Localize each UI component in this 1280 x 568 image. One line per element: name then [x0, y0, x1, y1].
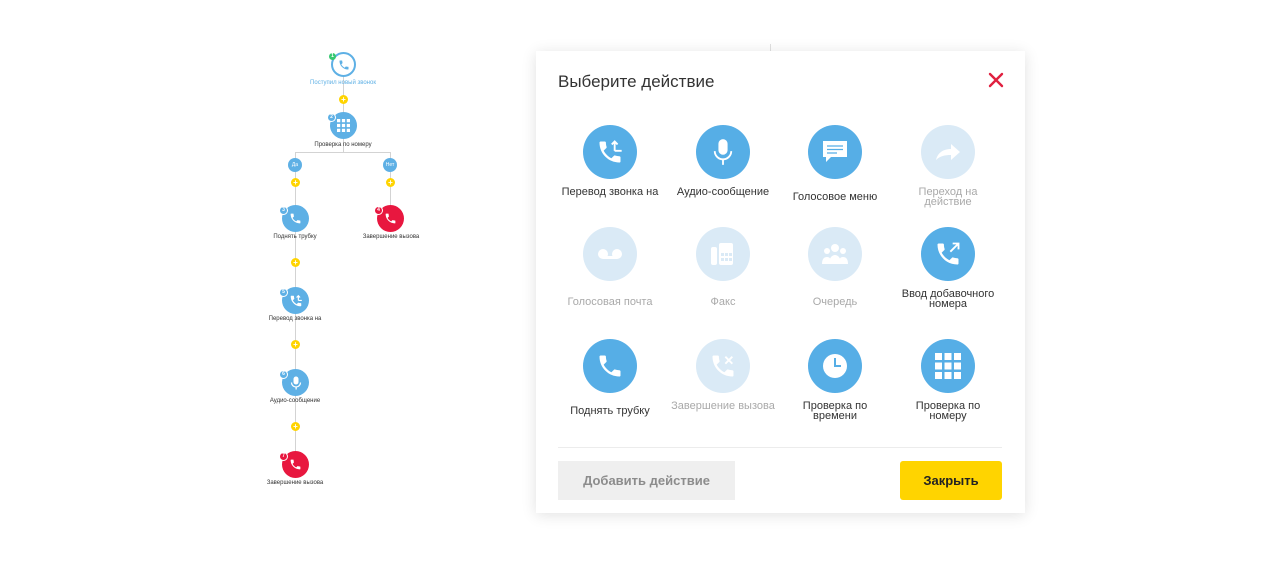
branch-yes-pill: Да: [288, 158, 302, 172]
action-extension-input[interactable]: Ввод добавочного номера: [896, 227, 1000, 310]
add-action-button[interactable]: Добавить действие: [558, 461, 735, 500]
action-number-check[interactable]: Проверка по номеру: [896, 339, 1000, 422]
phone-icon: [583, 339, 637, 393]
add-step-button[interactable]: +: [339, 95, 348, 104]
hangup-icon: [290, 459, 301, 470]
action-label: Проверка по времени: [802, 400, 868, 422]
action-end-call[interactable]: Завершение вызова: [671, 339, 775, 412]
microphone-icon: [290, 376, 301, 389]
action-queue[interactable]: Очередь: [783, 227, 887, 308]
action-label: Голосовое меню: [792, 191, 878, 203]
modal-divider: [558, 447, 1002, 448]
select-action-modal: Выберите действие Перевод звонка на Ауди…: [536, 51, 1025, 513]
step-badge: 5: [279, 288, 288, 297]
action-label: Переход на действие: [918, 186, 978, 208]
keypad-grid-icon: [337, 119, 350, 132]
phone-icon: [290, 213, 301, 224]
step-badge: 7: [279, 452, 288, 461]
flow-connector: [295, 152, 391, 153]
step-badge: 1: [329, 53, 336, 60]
action-call-transfer[interactable]: Перевод звонка на: [558, 125, 662, 198]
add-step-button[interactable]: +: [291, 340, 300, 349]
add-step-button[interactable]: +: [291, 258, 300, 267]
people-queue-icon: [808, 227, 862, 281]
call-transfer-icon: [583, 125, 637, 179]
forward-arrow-icon: [921, 125, 975, 179]
action-label: Завершение вызова: [671, 400, 775, 412]
close-button[interactable]: Закрыть: [900, 461, 1002, 500]
voicemail-icon: [583, 227, 637, 281]
action-voice-menu[interactable]: Голосовое меню: [783, 125, 887, 203]
fax-icon: [696, 227, 750, 281]
action-voicemail[interactable]: Голосовая почта: [558, 227, 662, 308]
flow-node-label: Проверка по номеру: [314, 142, 372, 148]
flow-node-label: Аудио-сообщение: [269, 398, 321, 404]
flow-node-label: Завершение вызова: [266, 480, 324, 486]
action-time-check[interactable]: Проверка по времени: [783, 339, 887, 422]
flow-node-label: Поступил новый звонок: [310, 80, 376, 86]
flow-node-label: Поднять трубку: [273, 234, 317, 240]
add-step-button[interactable]: +: [291, 178, 300, 187]
action-label: Перевод звонка на: [561, 186, 659, 198]
call-transfer-icon: [290, 294, 302, 306]
flow-node-label: Перевод звонка на: [268, 316, 322, 322]
action-label: Проверка по номеру: [915, 400, 981, 422]
hangup-icon: [385, 213, 396, 224]
action-label: Поднять трубку: [570, 405, 650, 417]
keypad-grid-icon: [921, 339, 975, 393]
hangup-icon: [696, 339, 750, 393]
phone-icon: [339, 60, 348, 69]
branch-no-pill: Нет: [383, 158, 397, 172]
flow-node-label: Завершение вызова: [362, 234, 420, 240]
step-badge: 3: [279, 206, 288, 215]
action-label: Аудио-сообщение: [676, 186, 770, 198]
microphone-icon: [696, 125, 750, 179]
modal-title: Выберите действие: [558, 72, 715, 91]
action-pickup[interactable]: Поднять трубку: [558, 339, 662, 417]
add-step-button[interactable]: +: [291, 422, 300, 431]
action-label: Факс: [710, 296, 736, 308]
action-label: Голосовая почта: [567, 296, 653, 308]
clock-icon: [808, 339, 862, 393]
action-audio-message[interactable]: Аудио-сообщение: [671, 125, 775, 198]
step-badge: 4: [374, 206, 383, 215]
step-badge: 2: [327, 113, 336, 122]
chat-bubble-icon: [808, 125, 862, 179]
action-fax[interactable]: Факс: [671, 227, 775, 308]
extension-call-icon: [921, 227, 975, 281]
close-icon[interactable]: [987, 71, 1005, 89]
add-step-button[interactable]: +: [386, 178, 395, 187]
step-badge: 6: [279, 370, 288, 379]
action-label: Очередь: [812, 296, 858, 308]
action-goto[interactable]: Переход на действие: [896, 125, 1000, 208]
action-label: Ввод добавочного номера: [901, 288, 995, 310]
